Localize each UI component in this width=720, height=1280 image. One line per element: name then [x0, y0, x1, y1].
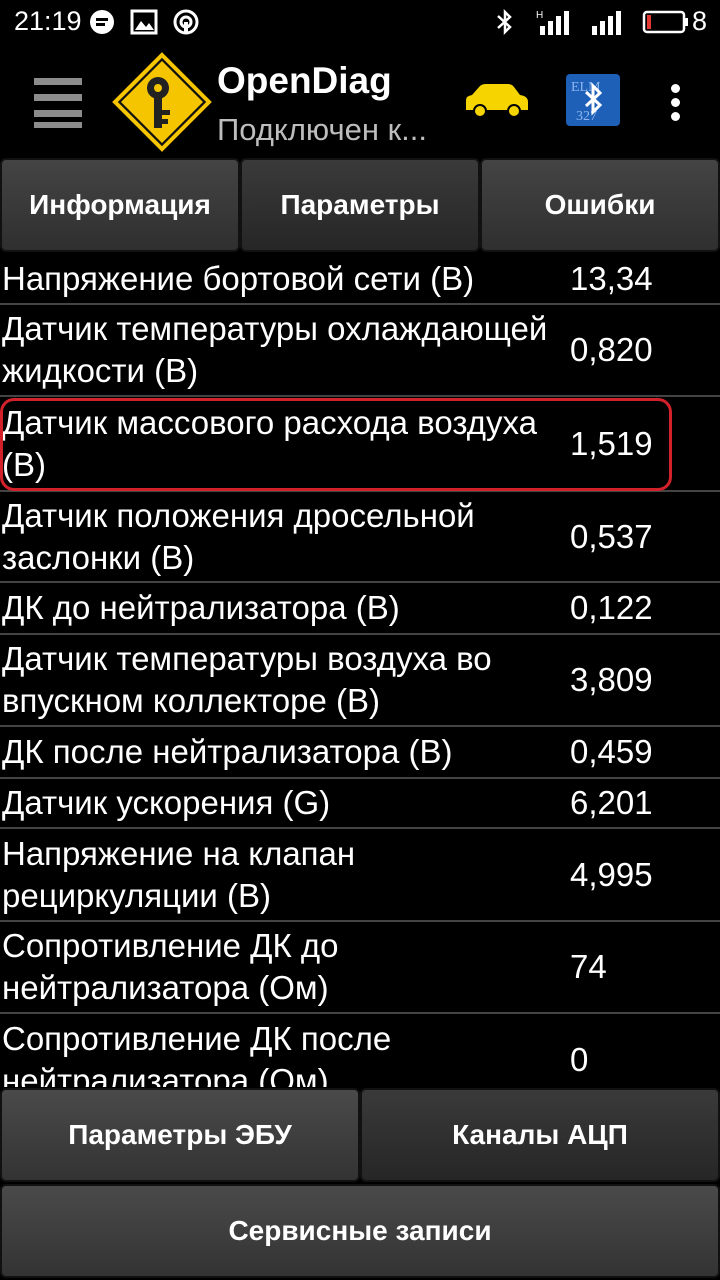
status-bar: 21:19 H 8: [0, 0, 720, 44]
overflow-icon: [671, 84, 680, 93]
list-item[interactable]: Сопротивление ДК до нейтрализатора (Ом) …: [0, 922, 720, 1014]
app-title: OpenDiag: [217, 60, 392, 101]
ecu-params-button[interactable]: Параметры ЭБУ: [0, 1088, 360, 1182]
param-value: 0: [570, 1041, 589, 1078]
param-value: 4,995: [570, 855, 653, 893]
param-label: ДК до нейтрализатора (В): [2, 589, 400, 626]
param-label: Напряжение на клапан рециркуляции (В): [2, 834, 356, 914]
param-label: Датчик температуры охлаждающей жидкости …: [2, 310, 548, 389]
list-item[interactable]: Напряжение бортовой сети (В) 13,34: [0, 255, 720, 305]
param-value: 13,34: [570, 260, 653, 297]
connection-status: Подключен к...: [217, 112, 428, 147]
list-item-selected[interactable]: Датчик массового расхода воздуха (В) 1,5…: [0, 397, 720, 492]
param-label: ДК после нейтрализатора (В): [2, 733, 453, 770]
svg-text:H: H: [536, 10, 543, 21]
adc-channels-button[interactable]: Каналы АЦП: [360, 1088, 720, 1182]
car-icon[interactable]: [462, 80, 532, 120]
menu-icon: [34, 78, 82, 85]
battery-icon: [642, 10, 688, 34]
menu-icon-line: [34, 110, 82, 117]
param-label: Сопротивление ДК до нейтрализатора (Ом): [2, 927, 339, 1006]
signal-h-icon: H: [536, 10, 569, 35]
hotspot-icon: [173, 9, 199, 35]
list-item[interactable]: Датчик ускорения (G) 6,201: [0, 779, 720, 829]
param-value: 0,537: [570, 517, 653, 555]
battery-level: 8: [692, 6, 708, 36]
tab-parameters[interactable]: Параметры: [240, 158, 480, 252]
overflow-icon-dot: [671, 112, 680, 121]
param-label: Датчик массового расхода воздуха (В): [2, 403, 537, 483]
param-value: 74: [570, 948, 607, 985]
service-records-button[interactable]: Сервисные записи: [0, 1184, 720, 1278]
list-item[interactable]: Датчик температуры охлаждающей жидкости …: [0, 305, 720, 397]
signal-icon: [592, 11, 621, 35]
menu-icon-line: [34, 94, 82, 101]
menu-button[interactable]: [34, 78, 82, 128]
status-time: 21:19: [14, 6, 82, 36]
chat-bubble-icon: [90, 10, 114, 34]
parameter-list[interactable]: Напряжение бортовой сети (В) 13,34 Датчи…: [0, 255, 720, 1087]
tab-errors[interactable]: Ошибки: [480, 158, 720, 252]
overflow-menu-button[interactable]: [664, 82, 688, 122]
param-value: 3,809: [570, 661, 653, 698]
key-logo-icon: [112, 52, 212, 152]
param-value: 0,820: [570, 331, 653, 368]
param-value: 0,122: [570, 589, 653, 626]
param-value: 6,201: [570, 784, 653, 821]
list-item[interactable]: ДК после нейтрализатора (В) 0,459: [0, 727, 720, 779]
bluetooth-elm-icon[interactable]: ELM 327: [566, 74, 620, 126]
image-icon: [130, 9, 158, 35]
param-label: Сопротивление ДК после нейтрализатора (О…: [2, 1020, 392, 1087]
list-item[interactable]: Сопротивление ДК после нейтрализатора (О…: [0, 1014, 720, 1087]
param-label: Датчик положения дросельной заслонки (В): [2, 496, 475, 576]
list-item[interactable]: Датчик температуры воздуха во впускном к…: [0, 635, 720, 727]
bluetooth-icon: [497, 8, 512, 36]
param-label: Датчик ускорения (G): [2, 784, 331, 821]
list-item[interactable]: Датчик положения дросельной заслонки (В)…: [0, 492, 720, 583]
list-item[interactable]: ДК до нейтрализатора (В) 0,122: [0, 583, 720, 635]
param-label: Напряжение бортовой сети (В): [2, 260, 475, 297]
param-label: Датчик температуры воздуха во впускном к…: [2, 640, 492, 719]
app-bar: OpenDiag Подключен к... ELM 327: [0, 44, 720, 156]
overflow-icon-dot: [671, 98, 680, 107]
param-value: 1,519: [570, 424, 653, 462]
list-item[interactable]: Напряжение на клапан рециркуляции (В) 4,…: [0, 829, 720, 922]
tab-info[interactable]: Информация: [0, 158, 240, 252]
param-value: 0,459: [570, 733, 653, 770]
menu-icon-line: [34, 122, 82, 128]
